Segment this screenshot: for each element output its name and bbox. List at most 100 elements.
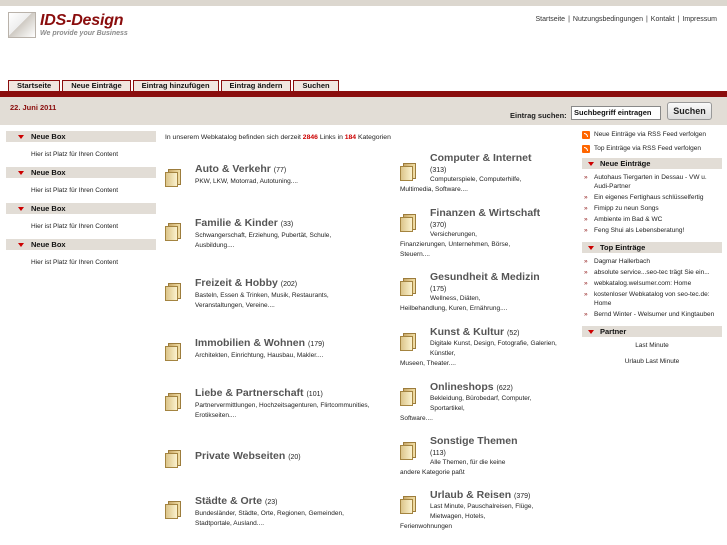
toplink-kontakt[interactable]: Kontakt (651, 16, 675, 23)
tab-eintrag-aendern[interactable]: Eintrag ändern (220, 80, 292, 91)
category-sonstige-themen[interactable]: Sonstige Themen (113) Alle Themen, für di… (400, 436, 570, 481)
folder-icon (400, 214, 418, 232)
left-box-title: Neue Box (31, 132, 66, 141)
right-sidebar: Neue Einträge via RSS Feed verfolgen Top… (582, 130, 722, 371)
category-computer-internet[interactable]: Computer & Internet (313) Computerspiele,… (400, 153, 570, 195)
folder-icon (400, 163, 418, 181)
tab-eintrag-hinzufuegen[interactable]: Eintrag hinzufügen (132, 80, 219, 91)
category-desc: Wellness, Diäten, (430, 295, 481, 302)
category-onlineshops[interactable]: Onlineshops (622) Bekleidung, Bürobedarf… (400, 382, 570, 427)
category-finanzen-wirtschaft[interactable]: Finanzen & Wirtschaft (370) Versicherung… (400, 208, 570, 260)
partner-link[interactable]: Last Minute (582, 337, 722, 355)
rss-icon (582, 145, 590, 153)
category-title[interactable]: Sonstige Themen (113) (430, 436, 570, 459)
rss-link-neue[interactable]: Neue Einträge via RSS Feed verfolgen (582, 130, 722, 140)
category-desc-cont: Ferienwohnungen (400, 523, 453, 530)
category-title[interactable]: Auto & Verkehr (77) (195, 163, 286, 175)
list-item[interactable]: Autohaus Tiergarten in Dessau - VW u. Au… (582, 173, 722, 191)
list-item[interactable]: Dagmar Hallerbach (582, 257, 722, 266)
category-liebe-partnerschaft[interactable]: Liebe & Partnerschaft (101) Partnervermi… (165, 387, 370, 427)
tab-startseite[interactable]: Startseite (8, 80, 61, 91)
list-item[interactable]: Ein eigenes Fertighaus schlüsselfertig (582, 193, 722, 202)
list-item[interactable]: Ambiente im Bad & WC (582, 215, 722, 224)
category-desc: Computerspiele, Computerhilfe, (430, 176, 522, 183)
top-strip (0, 0, 727, 6)
folder-icon (165, 169, 183, 187)
category-title[interactable]: Freizeit & Hobby (202) (195, 277, 297, 289)
logo-subtitle: We provide your Business (40, 30, 128, 37)
folder-icon (400, 496, 418, 514)
intro-middle: Links in (319, 134, 343, 141)
left-box-body: Hier ist Platz für Ihren Content (31, 151, 119, 158)
left-box-body: Hier ist Platz für Ihren Content (31, 223, 119, 230)
folder-icon (165, 283, 183, 301)
folder-icon (400, 442, 418, 460)
category-urlaub-reisen[interactable]: Urlaub & Reisen (379) Last Minute, Pausc… (400, 490, 570, 535)
site-logo[interactable]: IDS-Design We provide your Business (8, 10, 148, 40)
intro-suffix: Kategorien (357, 134, 391, 141)
folder-icon (165, 223, 183, 241)
left-box-body: Hier ist Platz für Ihren Content (31, 187, 119, 194)
left-sidebar: Neue Box Hier ist Platz für Ihren Conten… (6, 131, 156, 275)
category-title[interactable]: Private Webseiten (20) (195, 450, 301, 462)
triangle-down-icon (588, 162, 594, 166)
list-item[interactable]: Feng Shui als Lebensberatung! (582, 226, 722, 235)
list-item[interactable]: absolute service...seo-tec trägt Sie ein… (582, 268, 722, 277)
folder-icon (165, 450, 183, 468)
toplink-startseite[interactable]: Startseite (536, 16, 566, 23)
partner-head: Partner (582, 326, 722, 337)
category-immobilien-wohnen[interactable]: Immobilien & Wohnen (179) Architekten, E… (165, 337, 365, 377)
category-title[interactable]: Kunst & Kultur (52) (430, 327, 570, 339)
logo-title: IDS-Design (40, 12, 124, 29)
current-date: 22. Juni 2011 (10, 103, 57, 112)
folder-icon (400, 388, 418, 406)
list-item[interactable]: kostenloser Webkatalog von seo-tec.de: H… (582, 290, 722, 308)
category-auto-verkehr[interactable]: Auto & Verkehr (77) PKW, LKW, Motorrad, … (165, 163, 365, 203)
triangle-down-icon (18, 135, 24, 139)
top-links: Startseite | Nutzungsbedingungen | Kontakt | I… (535, 16, 718, 23)
list-item[interactable]: webkatalog.welsumer.com: Home (582, 279, 722, 288)
rss-link-top[interactable]: Top Einträge via RSS Feed verfolgen (582, 144, 722, 154)
category-familie-kinder[interactable]: Familie & Kinder (33) Schwangerschaft, E… (165, 217, 365, 257)
list-item[interactable]: Fimipp zu neun Songs (582, 204, 722, 213)
list-item[interactable]: Bernd Winter - Welsumer und Kingtauben (582, 310, 722, 319)
category-title[interactable]: Onlineshops (622) (430, 382, 570, 394)
tab-neue-eintraege[interactable]: Neue Einträge (62, 80, 131, 91)
category-desc: Digitale Kunst, Design, Fotografie, Gale… (430, 340, 557, 357)
links-count: 2846 (302, 134, 318, 141)
category-private-webseiten[interactable]: Private Webseiten (20) (165, 450, 365, 480)
toplink-impressum[interactable]: Impressum (682, 16, 717, 23)
category-desc-cont: andere Kategorie paßt (400, 469, 465, 476)
category-title[interactable]: Finanzen & Wirtschaft (370) (430, 208, 550, 231)
category-desc-cont: Finanzierungen, Unternehmen, Börse, Steu… (400, 241, 511, 258)
category-title[interactable]: Computer & Internet (313) (430, 153, 570, 176)
triangle-down-icon (588, 246, 594, 250)
folder-icon (165, 343, 183, 361)
category-freizeit-hobby[interactable]: Freizeit & Hobby (202) Basteln, Essen & … (165, 277, 365, 317)
folder-icon (165, 393, 183, 411)
triangle-down-icon (18, 171, 24, 175)
category-desc: PKW, LKW, Motorrad, Autotuning.... (195, 178, 298, 185)
category-desc: Bundesländer, Städte, Orte, Regionen, Ge… (195, 510, 344, 527)
category-title[interactable]: Gesundheit & Medizin (175) (430, 272, 550, 295)
category-staedte-orte[interactable]: Städte & Orte (23) Bundesländer, Städte,… (165, 495, 365, 535)
category-desc-cont: Software.... (400, 415, 433, 422)
partner-link[interactable]: Urlaub Last Minute (582, 355, 722, 371)
search-button[interactable]: Suchen (667, 102, 712, 120)
folder-icon (400, 278, 418, 296)
triangle-down-icon (588, 330, 594, 334)
toplink-nutzungsbedingungen[interactable]: Nutzungsbedingungen (573, 16, 643, 23)
category-title[interactable]: Liebe & Partnerschaft (101) (195, 387, 323, 399)
category-title[interactable]: Urlaub & Reisen (379) (430, 490, 570, 502)
category-title[interactable]: Familie & Kinder (33) (195, 217, 293, 229)
category-desc: Last Minute, Pauschalreisen, Flüge, Miet… (430, 503, 534, 520)
category-desc: Bekleidung, Bürobedarf, Computer, Sporta… (430, 395, 532, 412)
category-gesundheit-medizin[interactable]: Gesundheit & Medizin (175) Wellness, Diä… (400, 272, 570, 317)
tab-suchen[interactable]: Suchen (293, 80, 339, 91)
category-title[interactable]: Immobilien & Wohnen (179) (195, 337, 324, 349)
category-title[interactable]: Städte & Orte (23) (195, 495, 277, 507)
left-box-head: Neue Box (6, 167, 156, 178)
category-kunst-kultur[interactable]: Kunst & Kultur (52) Digitale Kunst, Desi… (400, 327, 570, 372)
search-input[interactable]: Suchbegriff eintragen (571, 106, 661, 120)
triangle-down-icon (18, 207, 24, 211)
